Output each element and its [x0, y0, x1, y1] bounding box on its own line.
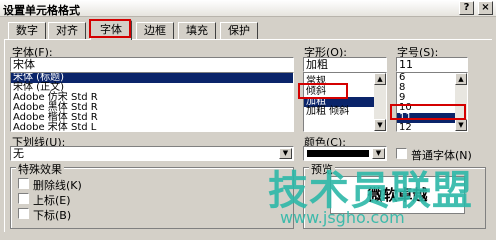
list-item[interactable]: Adobe 宋体 Std L [11, 123, 293, 132]
size-scrollbar[interactable]: ▲ ▼ [455, 73, 467, 131]
effects-title: 特殊效果 [16, 161, 64, 177]
font-list[interactable]: 宋体 (标题) 宋体 (正文) Adobe 仿宋 Std R Adobe 黑体 … [10, 72, 294, 132]
superscript-label: 上标(E) [33, 194, 71, 207]
tab-number[interactable]: 数字 [8, 22, 46, 39]
help-button[interactable]: ? [459, 1, 474, 15]
subscript-label: 下标(B) [33, 209, 72, 222]
style-scrollbar[interactable]: ▲ ▼ [374, 73, 386, 131]
scroll-up-icon[interactable]: ▲ [455, 73, 467, 85]
size-field[interactable]: 11 [396, 57, 468, 72]
scroll-down-icon[interactable]: ▼ [374, 119, 386, 131]
strikethrough-checkbox[interactable] [18, 178, 29, 189]
tab-protection[interactable]: 保护 [220, 22, 258, 39]
tab-font[interactable]: 字体 [90, 20, 132, 40]
tab-alignment[interactable]: 对齐 [48, 22, 86, 39]
close-button[interactable]: × [478, 1, 493, 15]
color-swatch [307, 150, 369, 157]
style-list[interactable]: 常规 倾斜 加粗 加粗 倾斜 ▲ ▼ [303, 72, 387, 132]
watermark-url: www.jsgho.com [280, 208, 405, 227]
title-bar: 设置单元格格式 ? × [0, 0, 496, 17]
underline-select[interactable]: 无 ▼ [10, 146, 294, 161]
underline-value: 无 [13, 147, 24, 160]
size-list[interactable]: 6 8 9 10 11 12 ▲ ▼ [396, 72, 468, 132]
subscript-checkbox[interactable] [18, 208, 29, 219]
window-title: 设置单元格格式 [3, 4, 80, 17]
scroll-down-icon[interactable]: ▼ [455, 119, 467, 131]
strikethrough-label: 删除线(K) [33, 179, 82, 192]
tab-fill[interactable]: 填充 [178, 22, 216, 39]
tab-border[interactable]: 边框 [136, 22, 174, 39]
font-name-field[interactable]: 宋体 [10, 57, 294, 72]
scroll-up-icon[interactable]: ▲ [374, 73, 386, 85]
superscript-checkbox[interactable] [18, 193, 29, 204]
style-field[interactable]: 加粗 [303, 57, 387, 72]
